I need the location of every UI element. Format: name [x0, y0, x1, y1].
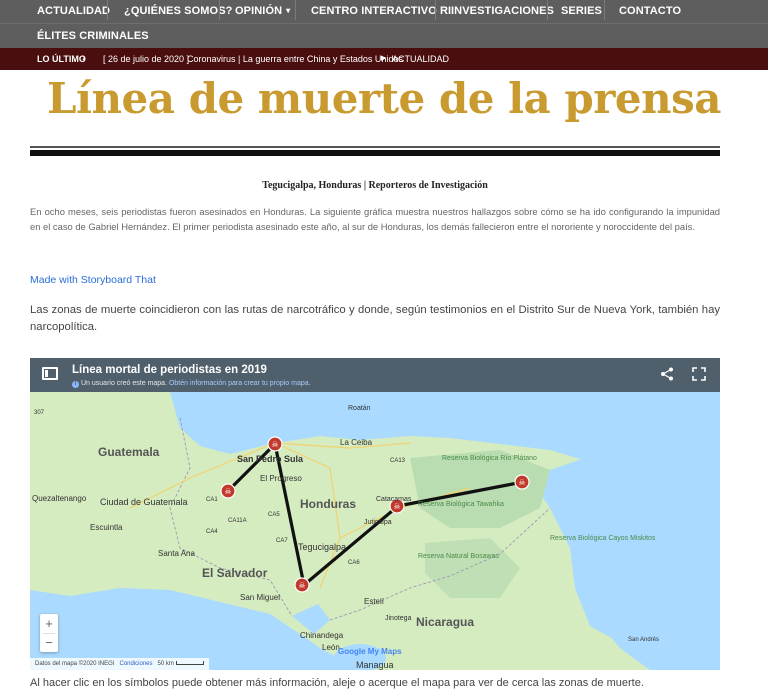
map-header: Línea mortal de periodistas en 2019 ☆ iU…: [30, 358, 720, 392]
label-chinandega: Chinandega: [300, 631, 344, 640]
label-ciudad: Ciudad de Guatemala: [100, 497, 188, 507]
map-subtitle: i Un usuario creó este mapa. Obtén inform…: [72, 380, 311, 388]
label-santa-ana: Santa Ana: [158, 549, 195, 558]
zoom-out-button[interactable]: −: [40, 633, 58, 652]
label-el-progreso: El Progreso: [260, 474, 302, 483]
label-roatan: Roatán: [348, 405, 371, 412]
share-icon[interactable]: [660, 367, 674, 381]
nav-series[interactable]: SERIES: [561, 5, 602, 17]
map-credit-bar: Datos del mapa ©2020 INEGI Condiciones 5…: [30, 658, 209, 670]
title-divider: [30, 146, 720, 148]
marker-mosquitia[interactable]: ☠: [514, 474, 530, 490]
map-subtitle-text: Un usuario creó este mapa.: [81, 380, 167, 387]
ticker-label: LO ÚLTIMO: [37, 54, 86, 64]
scale-bar: [175, 661, 204, 665]
marker-choluteca[interactable]: ☠: [294, 577, 310, 593]
ticker-date: [ 26 de julio de 2020 ]: [103, 54, 190, 64]
label-road-ca5: CA5: [268, 512, 280, 518]
svg-text:☠: ☠: [271, 440, 278, 449]
article-paragraph: Las zonas de muerte coincidieron con las…: [30, 304, 720, 333]
label-nicaragua: Nicaragua: [416, 615, 474, 629]
title-divider-thick: [30, 150, 720, 156]
label-ciudad-guatemala: Ciudad de Guatemala: [100, 497, 188, 507]
label-road-ca11: CA1: [206, 497, 218, 503]
info-icon: i: [72, 381, 79, 388]
article-intro: En ocho meses, seis periodistas fueron a…: [30, 206, 720, 232]
label-managua: Managua: [356, 660, 394, 670]
map-title: Línea mortal de periodistas en 2019: [72, 364, 267, 376]
terms-link[interactable]: Condiciones: [119, 661, 152, 667]
nav-centro-interactivo[interactable]: CENTRO INTERACTIVO RI: [311, 5, 451, 17]
chevron-down-icon: ▾: [286, 6, 291, 15]
label-road-307: 307: [34, 410, 45, 416]
map-embed[interactable]: ☠ ☠ ☠ ☠ ☠ Guatemala Ciudad de Guatemala …: [30, 358, 720, 670]
star-icon[interactable]: ☆: [244, 364, 253, 375]
map-subtitle-link[interactable]: Obtén información para crear tu propio m…: [169, 380, 311, 387]
label-guatemala: Guatemala: [98, 445, 160, 459]
map-canvas[interactable]: ☠ ☠ ☠ ☠ ☠ Guatemala Ciudad de Guatemala …: [30, 358, 720, 670]
label-jinotega: Jinotega: [385, 615, 412, 622]
marker-san-pedro-sula[interactable]: ☠: [267, 436, 283, 452]
label-road-ca7: CA7: [276, 538, 288, 544]
google-brand: Google My Maps: [338, 647, 402, 656]
label-tegucigalpa: Tegucigalpa: [298, 542, 346, 552]
svg-text:☠: ☠: [518, 478, 525, 487]
label-quetzaltenango: Quezaltenango: [32, 494, 87, 503]
nav-divider: [219, 0, 220, 20]
label-escuintla: Escuintla: [90, 523, 123, 532]
label-tawahka: Reserva Biológica Tawahka: [418, 501, 504, 508]
nav-opinion[interactable]: OPINIÓN ▾: [235, 5, 290, 17]
map-credit: Datos del mapa ©2020 INEGI: [35, 661, 115, 667]
nav-opinion-label: OPINIÓN: [235, 5, 283, 17]
label-san-andres: San Andrés: [628, 637, 659, 643]
zoom-control: + −: [40, 614, 58, 652]
map-scale: 50 km: [157, 661, 174, 667]
label-honduras: Honduras: [300, 497, 356, 511]
nav-quienes-somos[interactable]: ¿QUIÉNES SOMOS?: [124, 5, 232, 17]
svg-text:☠: ☠: [224, 487, 231, 496]
top-nav: ACTUALIDAD ¿QUIÉNES SOMOS? OPINIÓN ▾ CENT…: [0, 0, 768, 48]
nav-actualidad[interactable]: ACTUALIDAD: [37, 5, 110, 17]
zoom-divider: [43, 633, 55, 634]
map-instructions: Al hacer clic en los símbolos puede obte…: [30, 677, 644, 689]
label-rio-platano: Reserva Biológica Río Plátano: [442, 455, 537, 462]
label-road-ca4: CA4: [206, 529, 218, 535]
svg-text:☠: ☠: [393, 502, 400, 511]
label-catacamas: Catacamas: [376, 496, 412, 503]
label-la-ceiba: La Ceiba: [340, 438, 373, 447]
triangle-right-icon: ▶: [381, 55, 387, 62]
nav-divider: [547, 0, 548, 20]
label-juticalpa: Juticalpa: [364, 519, 392, 526]
zoom-in-button[interactable]: +: [40, 614, 58, 633]
label-road-ca6: CA6: [348, 560, 360, 566]
nav-divider: [435, 0, 436, 20]
label-road-ca11a: CA11A: [228, 518, 247, 524]
nav-divider: [604, 0, 605, 20]
label-esteli: Estelí: [364, 597, 385, 606]
ticker-headline[interactable]: Coronavirus | La guerra entre China y Es…: [187, 54, 403, 64]
google-my-maps-logo: Google My Maps: [338, 647, 402, 656]
nav-divider: [107, 0, 108, 20]
article-byline: Tegucigalpa, Honduras | Reporteros de In…: [262, 180, 488, 191]
svg-text:☠: ☠: [298, 581, 305, 590]
page-title: Línea de muerte de la prensa: [47, 74, 721, 123]
label-cayos-miskitos: Reserva Biológica Cayos Miskitos: [550, 535, 656, 542]
nav-elites-criminales[interactable]: ÉLITES CRIMINALES: [37, 30, 149, 42]
ticker-category[interactable]: ACTUALIDAD: [392, 54, 449, 64]
label-san-miguel: San Miguel: [240, 593, 280, 602]
label-road-ca13: CA13: [390, 458, 406, 464]
storyboard-link[interactable]: Made with Storyboard That: [30, 274, 156, 286]
label-bosawas: Reserva Natural Bosawas: [418, 553, 499, 560]
nav-investigaciones[interactable]: INVESTIGACIONES: [451, 5, 554, 17]
nav-divider: [295, 0, 296, 20]
fullscreen-icon[interactable]: [692, 367, 706, 381]
chevron-right-icon: ›: [82, 52, 86, 64]
side-panel-icon[interactable]: [42, 367, 58, 380]
news-ticker: LO ÚLTIMO › [ 26 de julio de 2020 ] Coro…: [0, 48, 768, 70]
nav-contacto[interactable]: CONTACTO: [619, 5, 681, 17]
nav-row-divider: [0, 23, 768, 24]
marker-copan[interactable]: ☠: [220, 483, 236, 499]
label-el-salvador: El Salvador: [202, 566, 268, 580]
label-san-pedro-sula: San Pedro Sula: [237, 454, 304, 464]
